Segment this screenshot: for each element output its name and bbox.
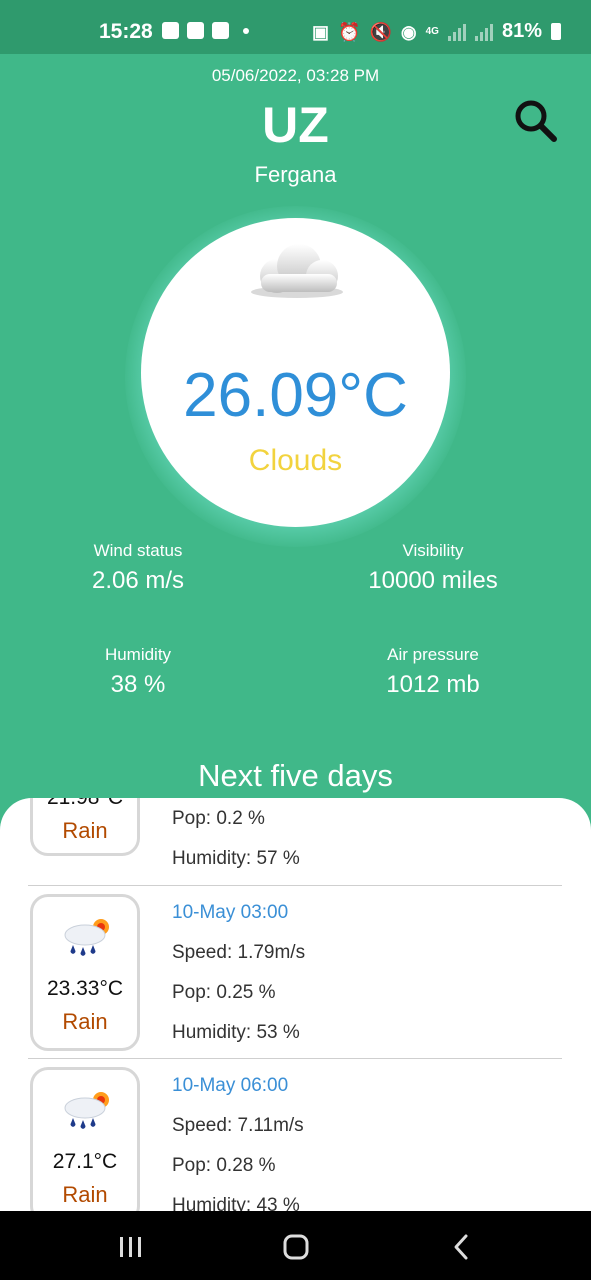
- more-notifications-icon: [243, 27, 249, 34]
- recents-button[interactable]: [109, 1225, 153, 1269]
- forecast-date: 10-May 06:00: [172, 1075, 289, 1096]
- status-bar: 15:28 ▣ ⏰ 🔇 ◉ 4G 81%: [0, 0, 591, 54]
- visibility-value: 10000 miles: [368, 567, 498, 594]
- signal-icon: [447, 23, 466, 41]
- gallery-icon: [162, 22, 179, 39]
- forecast-date: 10-May 03:00: [172, 902, 289, 923]
- wind-stat: Wind status 2.06 m/s: [38, 541, 238, 595]
- mute-icon: 🔇: [369, 21, 392, 42]
- forecast-pop: Pop: 0.2 %: [172, 808, 265, 829]
- back-icon: [454, 1234, 468, 1260]
- notification-icons: [162, 22, 249, 39]
- forecast-pop: Pop: 0.28 %: [172, 1155, 276, 1176]
- forecast-item[interactable]: 27.1°C Rain 10-May 06:00 Speed: 7.11m/s …: [0, 1067, 591, 1211]
- humidity-stat: Humidity 38 %: [38, 645, 238, 699]
- rain-sun-icon: [64, 919, 109, 956]
- visibility-label: Visibility: [402, 541, 464, 560]
- battery-percent: 81%: [501, 20, 542, 42]
- back-button[interactable]: [440, 1225, 484, 1269]
- network-type: 4G: [425, 25, 439, 37]
- humidity-value: 38 %: [110, 671, 166, 698]
- forecast-weather-box: 21.98°C Rain: [30, 798, 140, 856]
- humidity-label: Humidity: [104, 645, 172, 664]
- wind-value: 2.06 m/s: [91, 567, 185, 594]
- search-icon: [515, 100, 557, 142]
- home-icon: [283, 1234, 309, 1260]
- forecast-speed: Speed: 1.79m/s: [172, 942, 306, 963]
- search-button[interactable]: [512, 97, 560, 145]
- alarm-icon: ⏰: [338, 21, 361, 42]
- linkedin-icon: [212, 22, 229, 39]
- divider: [28, 1058, 562, 1059]
- home-button[interactable]: [274, 1225, 318, 1269]
- status-time: 15:28: [99, 20, 153, 43]
- forecast-temp: 27.1°C: [52, 1150, 118, 1173]
- forecast-condition: Rain: [62, 1009, 108, 1034]
- cloud-icon: [251, 244, 343, 298]
- date-time: 05/06/2022, 03:28 PM: [211, 66, 380, 85]
- country-code: UZ: [262, 97, 329, 153]
- forecast-condition: Rain: [62, 1182, 108, 1207]
- divider: [28, 885, 562, 886]
- forecast-list[interactable]: 21.98°C Rain Pop: 0.2 % Humidity: 57 % 2…: [0, 798, 591, 1211]
- rain-sun-icon: [64, 1092, 109, 1129]
- forecast-condition: Rain: [62, 818, 108, 843]
- forecast-item[interactable]: 23.33°C Rain 10-May 03:00 Speed: 1.79m/s…: [0, 894, 591, 1066]
- forecast-temp: 21.98°C: [33, 798, 137, 810]
- pressure-value: 1012 mb: [386, 671, 480, 698]
- forecast-humidity: Humidity: 53 %: [172, 1022, 300, 1043]
- forecast-humidity: Humidity: 43 %: [172, 1195, 300, 1211]
- city-name: Fergana: [254, 162, 337, 187]
- message-icon: [187, 22, 204, 39]
- current-condition: Clouds: [248, 444, 343, 477]
- forecast-speed: Speed: 7.11m/s: [172, 1115, 304, 1136]
- forecast-temp: 23.33°C: [46, 977, 124, 1000]
- forecast-title: Next five days: [198, 758, 393, 793]
- forecast-item[interactable]: 21.98°C Rain Pop: 0.2 % Humidity: 57 %: [0, 798, 591, 875]
- forecast-weather-box: 23.33°C Rain: [30, 894, 140, 1051]
- forecast-weather-box: 27.1°C Rain: [30, 1067, 140, 1211]
- current-weather-card: 26.09°C Clouds: [141, 218, 450, 527]
- system-icons: ▣ ⏰ 🔇 ◉ 4G 81%: [312, 20, 561, 43]
- pressure-label: Air pressure: [387, 645, 479, 664]
- signal-icon-2: [474, 23, 493, 41]
- navigation-bar: [0, 1211, 591, 1280]
- battery-icon: [551, 23, 561, 40]
- current-temperature: 26.09°C: [183, 361, 408, 430]
- visibility-stat: Visibility 10000 miles: [333, 541, 533, 595]
- recents-icon: [120, 1237, 141, 1257]
- forecast-pop: Pop: 0.25 %: [172, 982, 276, 1003]
- hotspot-icon: ◉: [400, 21, 417, 42]
- battery-saver-icon: ▣: [312, 21, 330, 42]
- pressure-stat: Air pressure 1012 mb: [333, 645, 533, 699]
- wind-label: Wind status: [93, 541, 183, 560]
- forecast-humidity: Humidity: 57 %: [172, 848, 300, 869]
